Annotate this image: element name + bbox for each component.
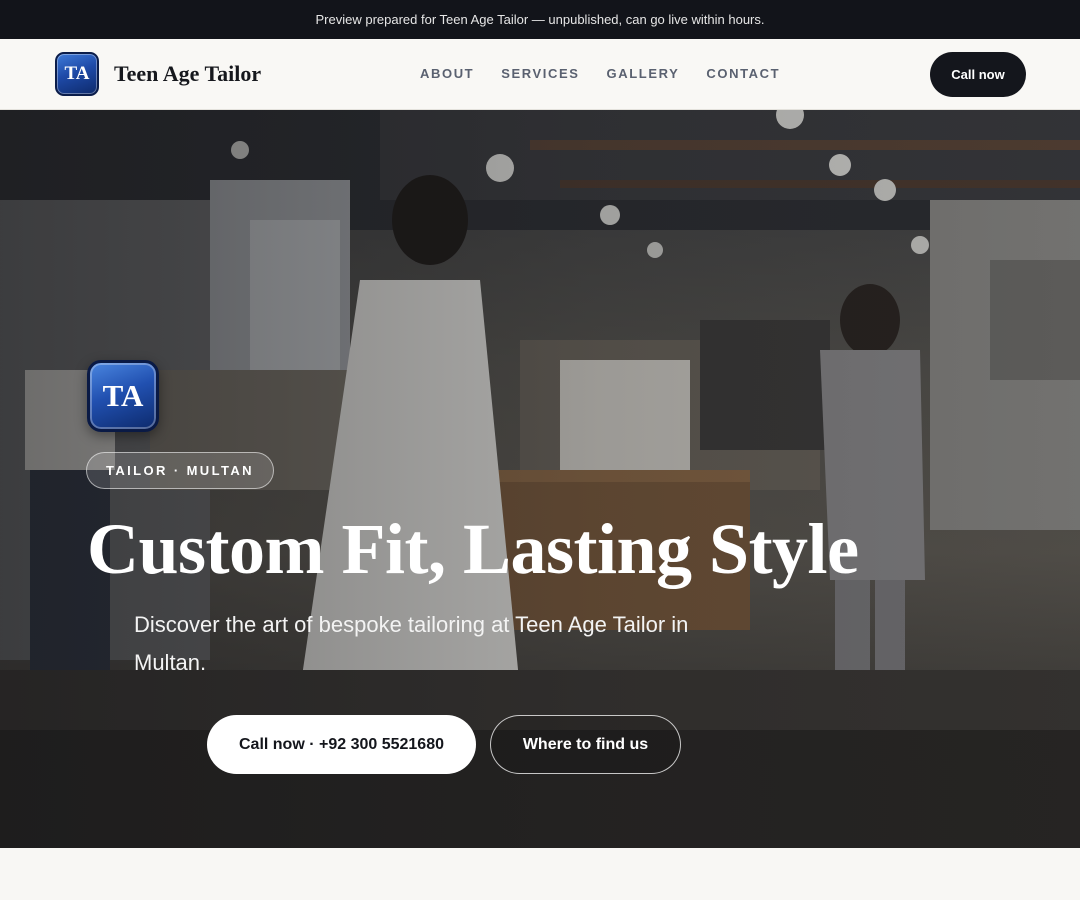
brand-link[interactable]: TA Teen Age Tailor — [55, 52, 261, 96]
nav-link-about[interactable]: ABOUT — [420, 66, 474, 81]
preview-banner: Preview prepared for Teen Age Tailor — u… — [0, 0, 1080, 39]
where-to-find-us-button[interactable]: Where to find us — [490, 715, 681, 774]
logo-icon: TA — [55, 52, 99, 96]
hero-section: TA TAILOR · MULTAN Custom Fit, Lasting S… — [0, 110, 1080, 848]
preview-banner-text: Preview prepared for Teen Age Tailor — u… — [315, 12, 765, 27]
nav-link-gallery[interactable]: GALLERY — [607, 66, 680, 81]
main-menu: ABOUT SERVICES GALLERY CONTACT — [420, 66, 780, 81]
header-call-button[interactable]: Call now — [930, 52, 1026, 97]
location-tag: TAILOR · MULTAN — [86, 452, 274, 489]
nav-link-contact[interactable]: CONTACT — [706, 66, 780, 81]
nav-link-services[interactable]: SERVICES — [501, 66, 579, 81]
site-header: TA Teen Age Tailor ABOUT SERVICES GALLER… — [0, 39, 1080, 110]
hero-headline: Custom Fit, Lasting Style — [87, 509, 859, 589]
brand-name: Teen Age Tailor — [114, 61, 262, 86]
hero-logo-icon: TA — [87, 360, 159, 432]
call-now-phone-button[interactable]: Call now · +92 300 5521680 — [207, 715, 476, 774]
hero-subheadline: Discover the art of bespoke tailoring at… — [134, 612, 689, 675]
